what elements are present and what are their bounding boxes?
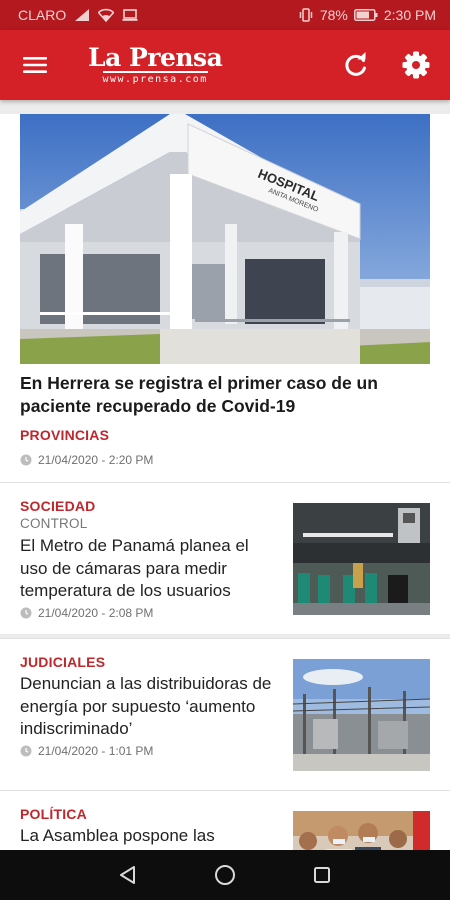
signal-icon: [74, 8, 90, 22]
article-card[interactable]: POLÍTICA La Asamblea pospone las sesione…: [0, 790, 450, 850]
featured-article-date: 21/04/2020 - 2:20 PM: [20, 453, 153, 467]
system-navigation-bar: [0, 850, 450, 900]
clock-time: 2:30 PM: [383, 7, 436, 23]
wifi-icon: [98, 8, 115, 22]
back-button[interactable]: [98, 850, 158, 900]
news-feed[interactable]: HOSPITAL ANITA MORENO En Herrera se regi…: [0, 100, 450, 850]
article-date: 21/04/2020 - 2:08 PM: [20, 606, 280, 620]
vibrate-icon: [298, 8, 314, 22]
article-section[interactable]: JUDICIALES: [20, 653, 280, 671]
la-prensa-logo[interactable]: La Prensa www.prensa.com: [88, 43, 223, 86]
featured-article-image[interactable]: HOSPITAL ANITA MORENO: [20, 114, 430, 364]
article-date: 21/04/2020 - 1:01 PM: [20, 744, 280, 758]
carrier-label: CLARO: [18, 7, 67, 23]
menu-button[interactable]: [0, 30, 70, 100]
article-card[interactable]: SOCIEDAD CONTROL El Metro de Panamá plan…: [0, 482, 450, 634]
clock-icon: [20, 454, 32, 466]
article-title[interactable]: El Metro de Panamá planea el uso de cáma…: [20, 535, 280, 603]
featured-article-section[interactable]: PROVINCIAS: [20, 427, 109, 443]
clock-icon: [20, 745, 32, 756]
logo-url-text: www.prensa.com: [102, 71, 208, 85]
featured-article-date-text: 21/04/2020 - 2:20 PM: [38, 453, 154, 467]
home-button[interactable]: [195, 850, 255, 900]
article-title[interactable]: La Asamblea pospone las sesiones virtual…: [20, 825, 280, 850]
cast-icon: [122, 8, 138, 22]
article-thumbnail[interactable]: [293, 503, 430, 615]
phone-screen: CLARO 78% 2:30 PM La Prensa www.prensa.c…: [0, 0, 450, 900]
recents-button[interactable]: [292, 850, 352, 900]
article-section[interactable]: SOCIEDAD: [20, 497, 280, 515]
featured-article-title[interactable]: En Herrera se registra el primer caso de…: [20, 372, 430, 418]
settings-button[interactable]: [386, 30, 446, 100]
status-bar: CLARO 78% 2:30 PM: [0, 0, 450, 30]
article-thumbnail[interactable]: [293, 659, 430, 771]
recents-square-icon: [313, 867, 330, 883]
article-title[interactable]: Denuncian a las distribuidoras de energí…: [20, 673, 280, 741]
article-section[interactable]: POLÍTICA: [20, 805, 280, 823]
refresh-icon: [345, 52, 366, 76]
logo-main-text: La Prensa: [88, 43, 223, 72]
gear-icon: [402, 51, 430, 79]
back-triangle-icon: [120, 866, 136, 884]
article-thumbnail[interactable]: [293, 811, 430, 850]
refresh-button[interactable]: [326, 30, 386, 100]
article-date-text: 21/04/2020 - 2:08 PM: [38, 605, 154, 620]
article-card[interactable]: JUDICIALES Denuncian a las distribuidora…: [0, 638, 450, 790]
home-circle-icon: [214, 865, 235, 885]
battery-percent: 78%: [319, 7, 348, 23]
article-date-text: 21/04/2020 - 1:01 PM: [38, 743, 154, 758]
hamburger-menu-icon: [23, 57, 47, 73]
app-bar: La Prensa www.prensa.com: [0, 30, 450, 100]
clock-icon: [20, 607, 32, 618]
article-subsection: CONTROL: [20, 516, 88, 531]
featured-article-card[interactable]: HOSPITAL ANITA MORENO En Herrera se regi…: [0, 114, 450, 482]
battery-icon: [353, 9, 378, 21]
